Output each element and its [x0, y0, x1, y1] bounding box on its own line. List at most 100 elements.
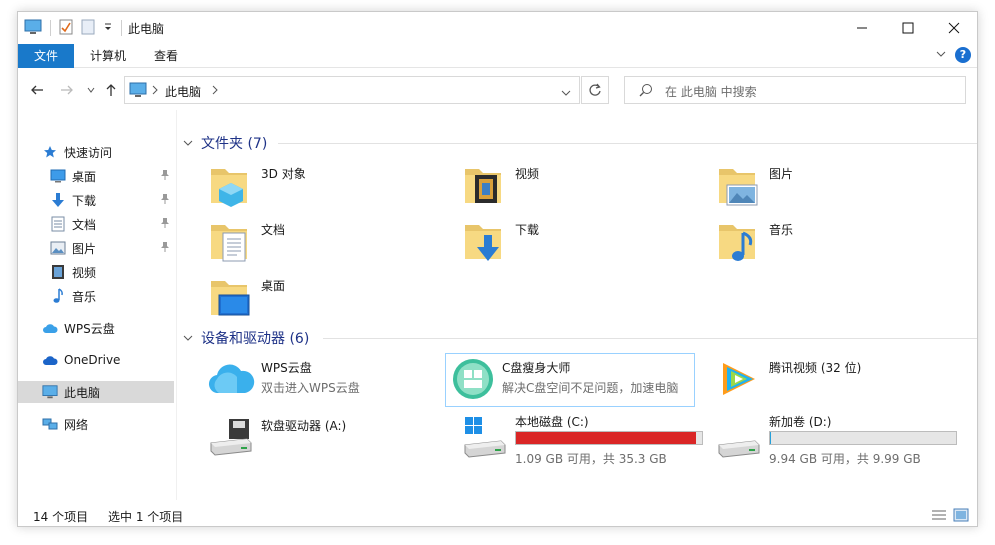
- breadcrumb-chevron-icon[interactable]: [151, 84, 159, 98]
- nav-onedrive[interactable]: OneDrive: [18, 349, 174, 371]
- nav-wps-cloud[interactable]: WPS云盘: [18, 317, 174, 339]
- drive-usage-bar: [769, 431, 957, 445]
- recent-locations-icon[interactable]: [82, 81, 100, 99]
- forward-button[interactable]: [58, 81, 76, 99]
- nav-item-downloads[interactable]: 下载: [18, 189, 174, 211]
- cleaner-app-icon: [451, 357, 499, 407]
- details-view-icon[interactable]: [931, 508, 947, 525]
- nav-label: 网络: [64, 417, 89, 432]
- tab-computer[interactable]: 计算机: [80, 44, 136, 68]
- ribbon-right: ?: [935, 47, 971, 63]
- nav-label: 图片: [72, 241, 97, 256]
- address-dropdown-icon[interactable]: [561, 86, 571, 100]
- picture-icon: [50, 240, 66, 256]
- maximize-button[interactable]: [885, 12, 931, 44]
- large-icons-view-icon[interactable]: [953, 508, 969, 525]
- computer-icon: [24, 19, 42, 38]
- folder-music[interactable]: 音乐: [697, 217, 947, 271]
- music-icon: [50, 288, 66, 304]
- 3d-objects-icon: [207, 161, 255, 211]
- toolbar-separator: [121, 20, 122, 36]
- download-icon: [50, 192, 66, 208]
- drive-d[interactable]: 新加卷 (D:) 9.94 GB 可用，共 9.99 GB: [697, 413, 957, 467]
- address-bar[interactable]: 此电脑: [124, 76, 580, 104]
- pictures-folder-icon: [715, 161, 763, 211]
- device-name: C盘瘦身大师: [502, 361, 571, 375]
- refresh-button[interactable]: [581, 76, 609, 104]
- search-icon: [639, 83, 653, 100]
- help-icon[interactable]: ?: [955, 47, 971, 63]
- search-input[interactable]: 在 此电脑 中搜索: [624, 76, 966, 104]
- device-tencent-video[interactable]: 腾讯视频 (32 位): [697, 355, 947, 409]
- search-placeholder: 在 此电脑 中搜索: [665, 85, 757, 99]
- folder-pictures[interactable]: 图片: [697, 161, 947, 215]
- folder-downloads[interactable]: 下载: [443, 217, 693, 271]
- address-row: 此电脑 在 此电脑 中搜索: [18, 69, 977, 109]
- view-switcher: [931, 508, 969, 525]
- video-icon: [50, 264, 66, 280]
- nav-item-videos[interactable]: 视频: [18, 261, 174, 283]
- new-folder-icon[interactable]: [81, 19, 95, 38]
- group-header-folders[interactable]: 文件夹 (7): [183, 133, 977, 153]
- properties-icon[interactable]: [59, 19, 73, 38]
- device-wps-cloud[interactable]: WPS云盘 双击进入WPS云盘: [189, 355, 439, 409]
- onedrive-icon: [42, 352, 58, 368]
- nav-label: 桌面: [72, 169, 97, 184]
- device-c-cleaner[interactable]: C盘瘦身大师 解决C盘空间不足问题，加速电脑: [445, 353, 695, 407]
- video-folder-icon: [461, 161, 509, 211]
- windows-drive-icon: [461, 413, 509, 463]
- selected-count: 选中 1 个项目: [108, 510, 184, 524]
- nav-network[interactable]: 网络: [18, 413, 174, 435]
- tab-view[interactable]: 查看: [142, 44, 190, 68]
- group-divider: [278, 143, 977, 144]
- drive-usage-fill: [516, 432, 697, 444]
- breadcrumb-this-pc[interactable]: 此电脑: [165, 83, 201, 100]
- minimize-button[interactable]: [839, 12, 885, 44]
- item-count: 14 个项目: [33, 510, 89, 524]
- nav-label: 快速访问: [64, 145, 113, 160]
- folder-name: 下载: [515, 223, 540, 237]
- folder-desktop[interactable]: 桌面: [189, 273, 439, 327]
- folder-name: 音乐: [769, 223, 794, 237]
- tab-file[interactable]: 文件: [18, 44, 74, 68]
- nav-item-pictures[interactable]: 图片: [18, 237, 174, 259]
- computer-icon: [129, 82, 147, 101]
- tencent-video-icon: [715, 355, 763, 405]
- customize-dropdown-icon[interactable]: [103, 21, 113, 35]
- drive-c[interactable]: 本地磁盘 (C:) 1.09 GB 可用，共 35.3 GB: [443, 413, 703, 467]
- group-title: 文件夹 (7): [201, 136, 268, 152]
- nav-item-documents[interactable]: 文档: [18, 213, 174, 235]
- group-title: 设备和驱动器 (6): [201, 331, 310, 347]
- toolbar-separator: [50, 20, 51, 36]
- music-folder-icon: [715, 217, 763, 267]
- ribbon-tabs: 文件 计算机 查看 ?: [18, 44, 977, 68]
- folder-documents[interactable]: 文档: [189, 217, 439, 271]
- nav-item-music[interactable]: 音乐: [18, 285, 174, 307]
- up-button[interactable]: [102, 81, 120, 99]
- title-bar: 此电脑: [18, 12, 977, 44]
- drive-usage-bar: [515, 431, 703, 445]
- nav-quick-access[interactable]: 快速访问: [18, 141, 174, 163]
- drive-icon: [715, 413, 763, 463]
- drive-free-space: 1.09 GB 可用，共 35.3 GB: [515, 452, 667, 466]
- collapse-chevron-icon: [183, 140, 193, 146]
- breadcrumb-chevron-icon[interactable]: [211, 84, 219, 98]
- nav-this-pc[interactable]: 此电脑: [18, 381, 174, 403]
- group-header-devices[interactable]: 设备和驱动器 (6): [183, 328, 977, 348]
- group-divider: [323, 338, 977, 339]
- drive-free-space: 9.94 GB 可用，共 9.99 GB: [769, 452, 921, 466]
- folder-3d-objects[interactable]: 3D 对象: [189, 161, 439, 215]
- folder-videos[interactable]: 视频: [443, 161, 693, 215]
- folder-name: 桌面: [261, 279, 286, 293]
- nav-label: WPS云盘: [64, 321, 115, 336]
- desktop-folder-icon: [207, 273, 255, 323]
- nav-label: 音乐: [72, 289, 97, 304]
- close-button[interactable]: [931, 12, 977, 44]
- back-button[interactable]: [28, 81, 46, 99]
- device-floppy-drive[interactable]: 软盘驱动器 (A:): [189, 413, 439, 467]
- pin-icon: [160, 241, 170, 256]
- expand-ribbon-icon[interactable]: [935, 48, 947, 63]
- nav-label: OneDrive: [64, 353, 121, 367]
- nav-label: 文档: [72, 217, 97, 232]
- nav-item-desktop[interactable]: 桌面: [18, 165, 174, 187]
